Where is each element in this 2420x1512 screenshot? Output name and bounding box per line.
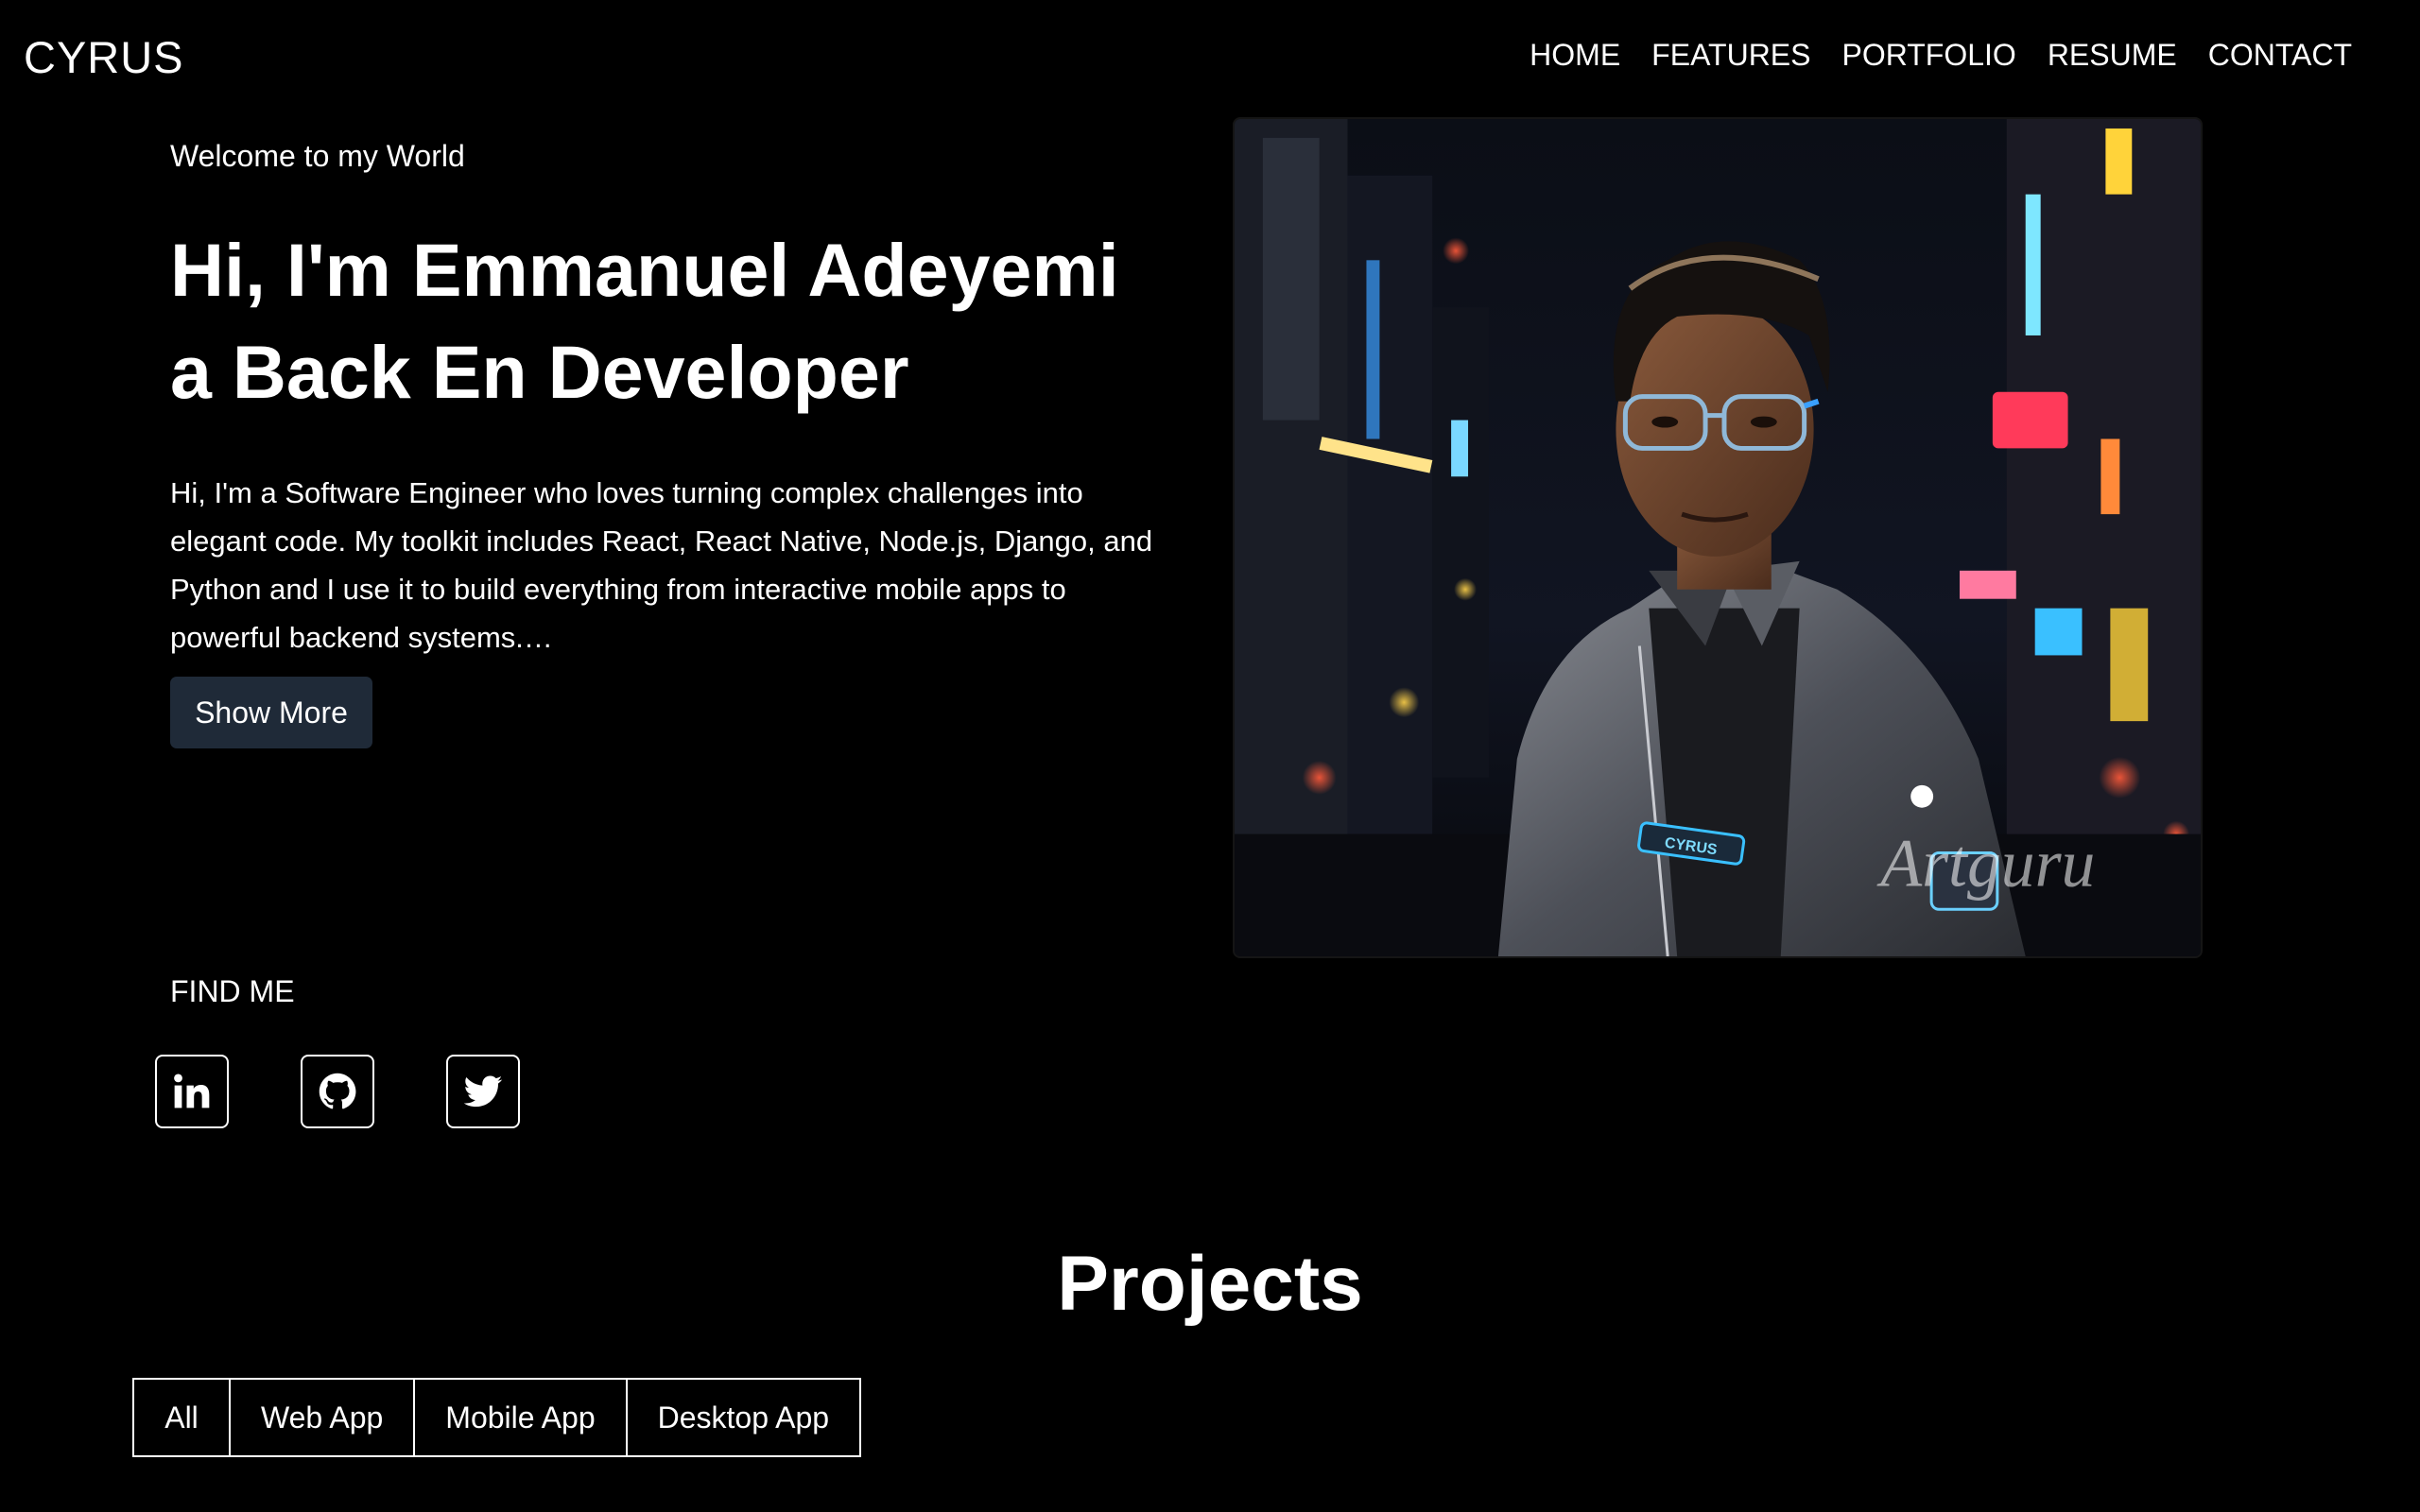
github-link[interactable]: [301, 1055, 374, 1128]
filter-desktop-app[interactable]: Desktop App: [625, 1378, 862, 1457]
image-watermark: Artguru: [1876, 825, 2095, 901]
project-filters: All Web App Mobile App Desktop App: [132, 1378, 862, 1457]
nav-home[interactable]: HOME: [1530, 38, 1620, 73]
nav-resume[interactable]: RESUME: [2048, 38, 2177, 73]
twitter-icon: [463, 1075, 503, 1108]
nav-features[interactable]: FEATURES: [1651, 38, 1810, 73]
main-nav: HOME FEATURES PORTFOLIO RESUME CONTACT: [1530, 38, 2352, 73]
github-icon: [319, 1073, 356, 1109]
hero-bio: Hi, I'm a Software Engineer who loves tu…: [170, 476, 1153, 654]
profile-portrait-image: CYRUS Artguru: [1233, 117, 2203, 958]
hero-headline: Hi, I'm Emmanuel Adeyemi a Back En Devel…: [170, 219, 1210, 423]
nav-contact[interactable]: CONTACT: [2208, 38, 2352, 73]
portrait-illustration: CYRUS Artguru: [1235, 119, 2201, 956]
twitter-link[interactable]: [446, 1055, 520, 1128]
headline-line-1: Hi, I'm Emmanuel Adeyemi: [170, 228, 1119, 312]
projects-heading: Projects: [1057, 1241, 1363, 1327]
brand-logo[interactable]: CYRUS: [24, 31, 184, 83]
headline-line-2: a Back En Developer: [170, 330, 909, 414]
filter-mobile-app[interactable]: Mobile App: [413, 1378, 628, 1457]
filter-web-app[interactable]: Web App: [229, 1378, 416, 1457]
linkedin-icon: [174, 1074, 210, 1108]
welcome-text: Welcome to my World: [170, 139, 465, 173]
find-me-label: FIND ME: [170, 974, 295, 1008]
linkedin-link[interactable]: [155, 1055, 229, 1128]
social-links: [155, 1055, 520, 1128]
nav-portfolio[interactable]: PORTFOLIO: [1841, 38, 2015, 73]
filter-all[interactable]: All: [132, 1378, 231, 1457]
portfolio-page: CYRUS HOME FEATURES PORTFOLIO RESUME CON…: [0, 0, 2420, 1512]
show-more-button[interactable]: Show More: [170, 677, 372, 748]
